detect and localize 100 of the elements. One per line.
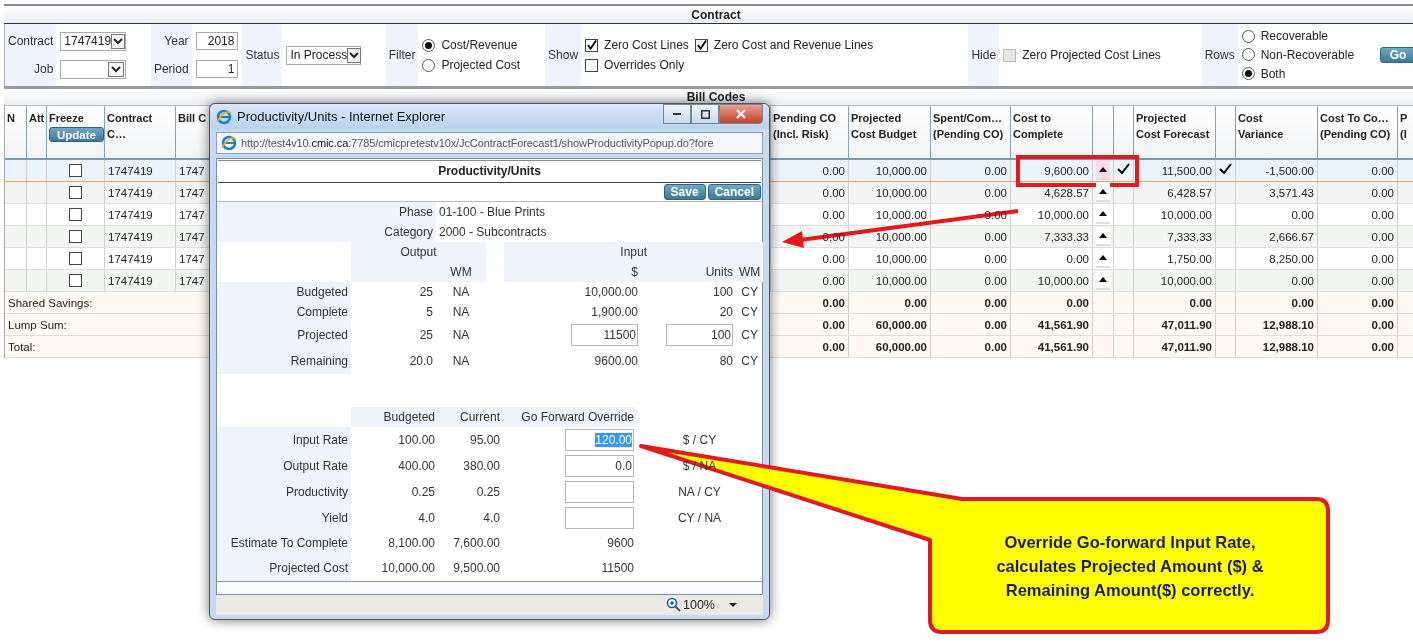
table-cell: 1747 (179, 230, 205, 243)
table-cell: 0.00 (822, 318, 845, 331)
table-cell-text: 10,000.00 (380, 560, 436, 578)
table-cell: 12,988.10 (1262, 340, 1314, 353)
table-cell: 1747419 (108, 230, 153, 243)
table-cell: 6,428.57 (1167, 186, 1212, 199)
table-cell: 0.00 (822, 164, 845, 177)
table-cell-text: 25 (418, 326, 434, 344)
callout-text: Override Go-forward Input Rate, calculates Projected Amount ($) & Remaining Amount($) correctly. (995, 532, 1265, 601)
table-cell: 10,000.00 (875, 208, 927, 221)
field-label: Contract (8, 34, 54, 48)
row-label: Input Rate (217, 426, 351, 453)
option-label: Projected Cost (441, 58, 521, 72)
table-cell: 2,666.67 (1269, 230, 1314, 243)
field-label: Phase (217, 201, 436, 222)
table-cell-text: 380.00 (462, 457, 501, 475)
table-cell: 1747419 (108, 252, 153, 265)
table-cell-text: 4.0 (482, 509, 501, 527)
table-cell: 10,000.00 (875, 230, 927, 243)
table-cell-text: 20.0 (408, 352, 434, 370)
table-cell: 0.00 (1371, 340, 1394, 353)
table-cell: 0.00 (1291, 274, 1314, 287)
column-header: Freeze (49, 111, 84, 126)
table-cell: 0.00 (822, 340, 845, 353)
table-cell: 10,000.00 (1160, 208, 1212, 221)
table-cell: 0.00 (984, 274, 1007, 287)
table-cell-text: 25 (418, 283, 434, 301)
table-cell: 0.00 (1189, 296, 1212, 309)
column-header: WM (736, 261, 764, 282)
table-cell: 0.00 (984, 186, 1007, 199)
table-cell-text: 9600.00 (593, 352, 639, 370)
table-cell: 10,000.00 (875, 164, 927, 177)
table-cell-text: 7,600.00 (452, 535, 501, 553)
table-cell: 11,500.00 (1161, 164, 1212, 177)
table-cell: 0.00 (984, 164, 1007, 177)
table-cell: 0.00 (984, 340, 1007, 353)
table-cell: 7,333.33 (1044, 230, 1089, 243)
row-label: Projected (217, 321, 351, 348)
table-cell: 0.00 (822, 252, 845, 265)
table-cell-text: 0.25 (410, 483, 436, 501)
table-cell: 0.00 (984, 318, 1007, 331)
table-cell: 0.00 (1066, 296, 1089, 309)
table-cell: 0.00 (1066, 252, 1089, 265)
column-header: $ (504, 261, 641, 282)
table-cell: 10,000.00 (1037, 208, 1089, 221)
table-cell-text: 4.0 (417, 509, 436, 527)
table-cell: 10,000.00 (1037, 274, 1089, 287)
table-cell-text: 95.00 (468, 431, 501, 449)
table-cell: 0.00 (984, 230, 1007, 243)
option-label: Zero Cost Lines (604, 38, 689, 52)
table-cell-text: NA (451, 352, 471, 370)
table-cell: 1747419 (108, 208, 153, 221)
column-header: Input (504, 241, 764, 262)
field-label: Show (548, 48, 579, 62)
section-title: Bill Codes (686, 90, 746, 104)
window-title: Productivity/Units - Internet Explorer (237, 109, 446, 125)
table-cell: 0.00 (822, 296, 845, 309)
column-header: Output (351, 241, 486, 262)
field-label: Status (245, 48, 280, 62)
table-cell-text: 9600 (606, 535, 635, 553)
table-cell-text: NA (451, 283, 471, 301)
table-cell-text: $ / CY (681, 431, 718, 449)
table-cell: 41,561.90 (1037, 318, 1089, 331)
table-cell: 10,000.00 (875, 274, 927, 287)
table-cell-text: 10,000.00 (583, 283, 639, 301)
table-cell: 0.00 (822, 208, 845, 221)
table-cell: 1747419 (108, 186, 153, 199)
table-cell: 1747419 (108, 164, 153, 177)
option-label: Overrides Only (604, 58, 685, 72)
option-label: Zero Cost and Revenue Lines (713, 38, 874, 52)
field-label: Rows (1204, 48, 1235, 62)
table-cell: -1,500.00 (1265, 164, 1314, 177)
field-value: 01-100 - Blue Prints (438, 203, 547, 221)
table-cell-text: $ / NA (681, 457, 718, 475)
table-cell: 10,000.00 (875, 252, 927, 265)
table-cell: 1,750.00 (1167, 252, 1212, 265)
table-cell: 3,571.43 (1269, 186, 1314, 199)
table-cell: 12,988.10 (1262, 318, 1314, 331)
field-label: Year (164, 34, 189, 48)
table-cell-text: 80 (718, 352, 734, 370)
row-label: Budgeted (217, 281, 351, 302)
table-cell: 0.00 (1371, 164, 1394, 177)
table-cell: 1747 (179, 186, 205, 199)
section-title: Contract (691, 7, 741, 22)
table-cell: 0.00 (1371, 296, 1394, 309)
table-cell-text: 1,900.00 (590, 303, 639, 321)
table-cell: 0.00 (904, 296, 927, 309)
table-cell-text: 8,100.00 (387, 535, 436, 553)
table-cell: 47,011.90 (1161, 318, 1212, 331)
table-cell-text: 100.00 (397, 431, 436, 449)
table-cell: 47,011.90 (1161, 340, 1212, 353)
row-label: Productivity (217, 478, 351, 505)
table-cell: 1747 (179, 252, 205, 265)
table-cell: 0.00 (1291, 208, 1314, 221)
table-cell: 0.00 (1371, 252, 1394, 265)
table-cell: 0.00 (984, 252, 1007, 265)
table-cell-text: 20 (718, 303, 734, 321)
table-cell: 1747 (179, 208, 205, 221)
table-cell-text: CY (740, 326, 759, 344)
row-label: Shared Savings: (8, 296, 93, 309)
